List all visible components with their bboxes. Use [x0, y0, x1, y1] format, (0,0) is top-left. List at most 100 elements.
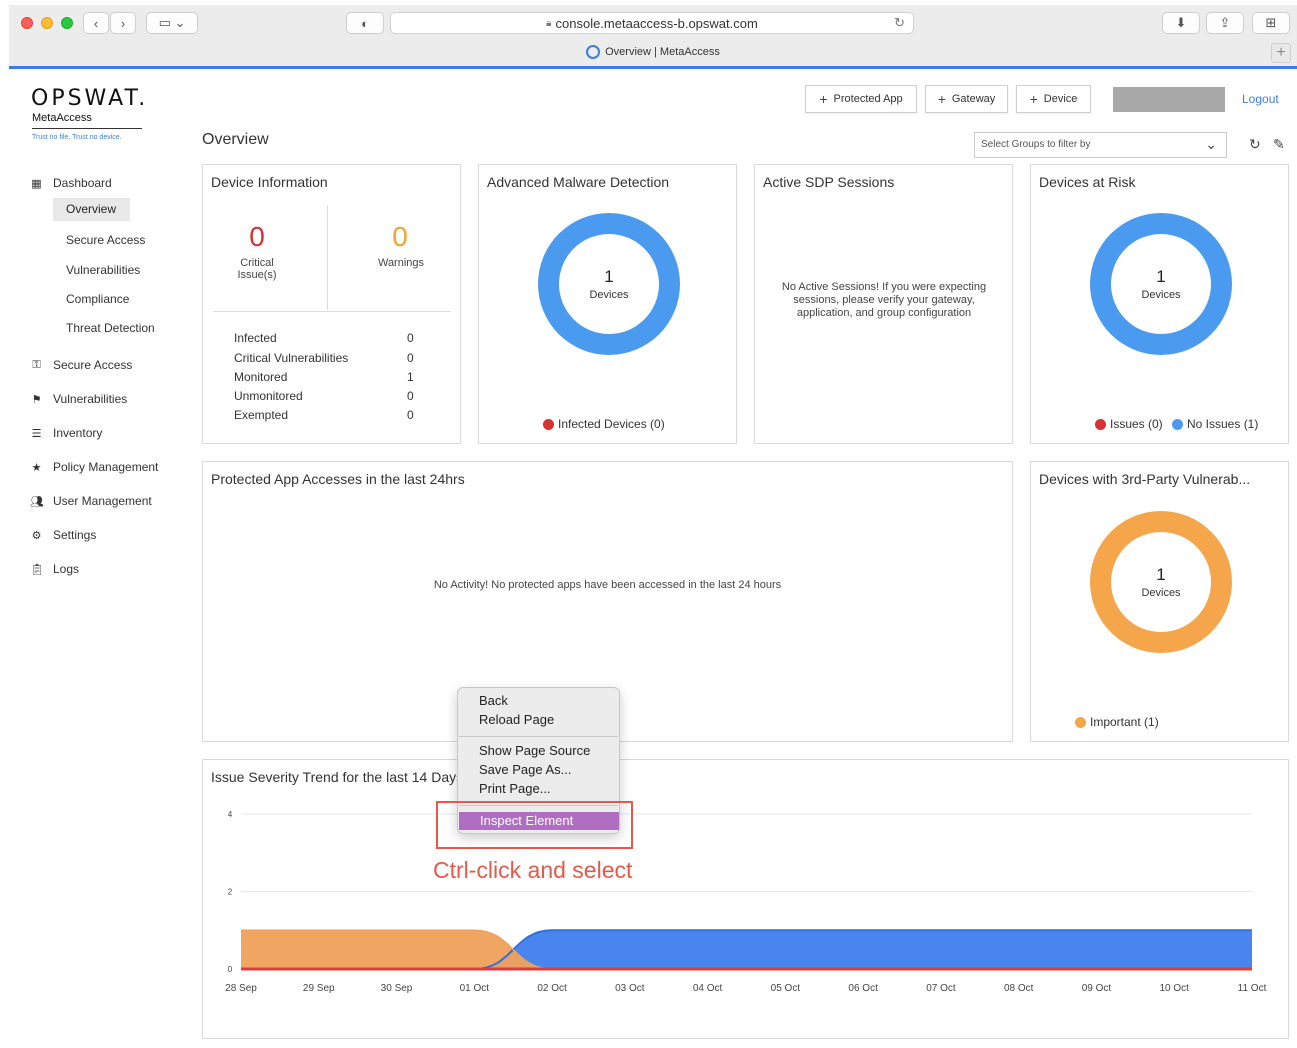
sidebar-item-logs[interactable]: 📋︎ Logs: [30, 562, 79, 576]
stat-value-infected[interactable]: 0: [407, 331, 414, 345]
sidebar-item-label: Vulnerabilities: [53, 392, 128, 406]
sidebar-item-policy-management[interactable]: ★ Policy Management: [30, 460, 159, 474]
tab-active[interactable]: Overview | MetaAccess: [9, 45, 1297, 59]
sdp-sessions-card: Active SDP Sessions No Active Sessions! …: [754, 164, 1013, 444]
download-icon: ⬇: [1175, 15, 1187, 30]
sidebar-item-label: Policy Management: [53, 460, 159, 474]
sidebar-item-inventory[interactable]: ☰ Inventory: [30, 426, 103, 440]
sidebar-subitem-compliance[interactable]: Compliance: [66, 292, 129, 306]
page-title: Overview: [202, 131, 269, 148]
sidebar-subitem-vulnerabilities[interactable]: Vulnerabilities: [66, 263, 140, 277]
sidebar-item-label: Logs: [53, 562, 80, 576]
chevron-right-icon: ›: [120, 15, 126, 31]
sidebar-item-user-management[interactable]: 👥︎ User Management: [30, 494, 152, 508]
critical-issues-count[interactable]: 0: [237, 221, 277, 253]
malware-donut-chart[interactable]: 1 Devices: [538, 213, 680, 355]
gear-icon: ⚙: [31, 529, 42, 542]
share-icon: ⇪: [1219, 15, 1231, 30]
card-title: Protected App Accesses in the last 24hrs: [211, 471, 465, 487]
sidebar-item-label: Secure Access: [53, 358, 133, 372]
legend-dot: [1075, 716, 1086, 728]
menu-item-back[interactable]: Back: [479, 693, 508, 708]
stat-value-exempted[interactable]: 0: [407, 408, 414, 422]
add-gateway-button[interactable]: + Gateway: [925, 85, 1008, 113]
reload-icon[interactable]: ↻: [894, 15, 905, 31]
y-tick-label: 0: [228, 965, 233, 974]
menu-item-save-page-as[interactable]: Save Page As...: [479, 762, 572, 777]
donut-count: 1: [604, 267, 614, 286]
vulnerability-donut-chart[interactable]: 1 Devices: [1090, 511, 1232, 653]
menu-item-print-page[interactable]: Print Page...: [479, 781, 551, 796]
logo-divider: [32, 128, 142, 129]
edit-icon[interactable]: ✎: [1273, 136, 1285, 153]
risk-donut-chart[interactable]: 1 Devices: [1090, 213, 1232, 355]
critical-issues-label: Critical Issue(s): [237, 257, 277, 281]
plus-icon: +: [819, 91, 828, 107]
sidebar-item-label: Inventory: [53, 426, 103, 440]
warnings-label: Warnings: [377, 257, 425, 269]
legend-label: Infected Devices (0): [558, 417, 665, 431]
browser-toolbar: ‹ › ▭ ⌄ ◐ 🔒︎ console.metaaccess-b.opswat…: [9, 5, 1297, 69]
legend-issues[interactable]: Issues (0): [1095, 417, 1163, 431]
zoom-window-button[interactable]: [61, 17, 73, 29]
sidebar-item-label: User Management: [53, 494, 152, 508]
menu-item-show-page-source[interactable]: Show Page Source: [479, 743, 590, 758]
forward-button[interactable]: ›: [110, 12, 136, 34]
downloads-button[interactable]: ⬇: [1162, 12, 1200, 34]
legend-important[interactable]: Important (1): [1075, 715, 1159, 729]
sidebar-subitem-secure-access[interactable]: Secure Access: [66, 233, 145, 247]
x-tick-label: 07 Oct: [926, 983, 956, 994]
refresh-icon[interactable]: ↻: [1249, 136, 1261, 153]
opswat-logo: OPSWAT.: [31, 86, 149, 111]
new-tab-button[interactable]: +: [1271, 43, 1291, 63]
group-filter-select[interactable]: Select Groups to filter by ⌄: [974, 132, 1227, 158]
sidebar-toggle-button[interactable]: ▭ ⌄: [146, 12, 198, 34]
legend-label: Issues (0): [1110, 417, 1163, 431]
malware-detection-card: Advanced Malware Detection 1 Devices Inf…: [478, 164, 737, 444]
menu-item-reload-page[interactable]: Reload Page: [479, 712, 554, 727]
stat-label-infected: Infected: [234, 331, 277, 345]
add-protected-app-button[interactable]: + Protected App: [805, 85, 917, 113]
button-label: Device: [1043, 93, 1078, 105]
legend-label: No Issues (1): [1187, 417, 1259, 431]
sidebar-item-vulnerabilities[interactable]: ⚑ Vulnerabilities: [30, 392, 128, 406]
privacy-shield-button[interactable]: ◐: [346, 12, 384, 34]
x-tick-label: 29 Sep: [303, 983, 335, 994]
third-party-vulnerabilities-card: Devices with 3rd-Party Vulnerab... 1 Dev…: [1030, 461, 1289, 742]
clipboard-icon: 📋︎: [30, 563, 44, 576]
address-bar[interactable]: 🔒︎ console.metaaccess-b.opswat.com ↻: [390, 12, 914, 34]
logout-link[interactable]: Logout: [1242, 92, 1279, 106]
stat-value-unmonitored[interactable]: 0: [407, 389, 414, 403]
sidebar-item-settings[interactable]: ⚙ Settings: [30, 528, 97, 542]
close-window-button[interactable]: [21, 17, 33, 29]
warnings-count[interactable]: 0: [380, 221, 420, 253]
user-account-redacted[interactable]: [1113, 87, 1225, 112]
stat-label-exempted: Exempted: [234, 408, 289, 422]
x-tick-label: 09 Oct: [1082, 983, 1112, 994]
chevron-left-icon: ‹: [93, 15, 99, 31]
product-name: MetaAccess: [32, 112, 92, 124]
shield-icon: ◐: [361, 15, 369, 31]
tab-overview-button[interactable]: ⊞: [1252, 12, 1290, 34]
sidebar-item-secure-access[interactable]: ⚿ Secure Access: [30, 358, 132, 372]
share-button[interactable]: ⇪: [1206, 12, 1244, 34]
trend-chart[interactable]: 0 2 4 28 Sep 29 Sep 30 Sep 01 Oct 02 Oct 03 Oct 0…: [203, 760, 1288, 1038]
legend-dot: [1095, 418, 1106, 430]
legend-infected-devices[interactable]: Infected Devices (0): [543, 417, 665, 431]
add-device-button[interactable]: + Device: [1016, 85, 1091, 113]
legend-no-issues[interactable]: No Issues (1): [1172, 417, 1258, 431]
url-text: console.metaaccess-b.opswat.com: [555, 15, 758, 31]
sidebar-subitem-overview[interactable]: Overview: [53, 198, 131, 221]
stat-value-monitored[interactable]: 1: [407, 370, 414, 384]
sidebar-item-dashboard[interactable]: ▦ Dashboard: [30, 176, 111, 190]
x-tick-label: 08 Oct: [1004, 983, 1034, 994]
donut-center: 1 Devices: [1111, 532, 1211, 632]
minimize-window-button[interactable]: [41, 17, 53, 29]
back-button[interactable]: ‹: [83, 12, 109, 34]
sidebar-subitem-threat-detection[interactable]: Threat Detection: [66, 321, 155, 335]
group-filter-placeholder: Select Groups to filter by: [981, 139, 1091, 150]
empty-state-message: No Activity! No protected apps have been…: [433, 579, 782, 591]
list-icon: ☰: [31, 427, 42, 440]
legend-dot: [1172, 418, 1183, 430]
stat-value-critical-vulnerabilities[interactable]: 0: [407, 351, 414, 365]
